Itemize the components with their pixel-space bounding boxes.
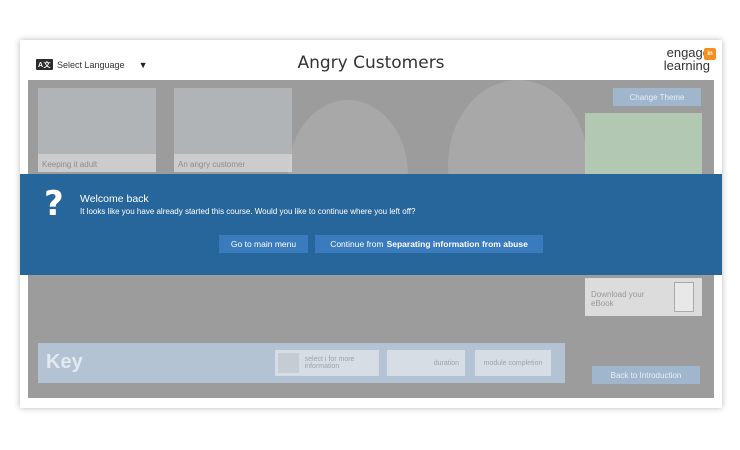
module-thumbnail: An angry customer bbox=[174, 88, 292, 172]
continue-target: Separating information from abuse bbox=[386, 239, 528, 249]
welcome-back-dialog: ? Welcome back It looks like you have al… bbox=[20, 174, 722, 275]
dialog-message: It looks like you have already started t… bbox=[80, 207, 416, 216]
header: A文 Select Language ▼ Angry Customers eng… bbox=[20, 40, 722, 80]
ebook-download-card: Download your eBook bbox=[585, 278, 702, 316]
key-duration-text: duration bbox=[433, 359, 459, 367]
dialog-title: Welcome back bbox=[80, 193, 149, 205]
change-theme-button: Change Theme bbox=[613, 88, 701, 106]
logo-text-bottom: learning bbox=[663, 58, 710, 73]
module-image bbox=[174, 88, 292, 154]
logo-badge: in bbox=[704, 48, 716, 60]
app-window: A文 Select Language ▼ Angry Customers eng… bbox=[20, 40, 722, 408]
logo: engage learning in bbox=[663, 46, 716, 73]
side-card bbox=[585, 113, 702, 175]
module-label: Keeping it adult bbox=[42, 160, 98, 169]
info-icon bbox=[278, 353, 299, 373]
key-completion: module completion bbox=[475, 350, 551, 376]
back-to-introduction-button: Back to Introduction bbox=[592, 366, 700, 384]
key-duration: duration bbox=[387, 350, 465, 376]
key-legend: Key select i for more information durati… bbox=[38, 343, 565, 383]
key-completion-text: module completion bbox=[483, 359, 543, 367]
module-image bbox=[38, 88, 156, 154]
question-icon: ? bbox=[44, 184, 64, 224]
continue-button[interactable]: Continue from Separating information fro… bbox=[315, 235, 543, 253]
key-info-text: select i for more information bbox=[304, 356, 355, 370]
page-title: Angry Customers bbox=[297, 53, 445, 73]
go-to-main-menu-button[interactable]: Go to main menu bbox=[219, 235, 308, 253]
key-info: select i for more information bbox=[275, 350, 379, 376]
module-label: An angry customer bbox=[178, 160, 246, 169]
module-thumbnail: Keeping it adult bbox=[38, 88, 156, 172]
ebook-label: Download your eBook bbox=[591, 290, 645, 308]
continue-prefix: Continue from bbox=[330, 239, 384, 249]
pdf-icon bbox=[674, 282, 694, 312]
key-title: Key bbox=[46, 351, 83, 373]
